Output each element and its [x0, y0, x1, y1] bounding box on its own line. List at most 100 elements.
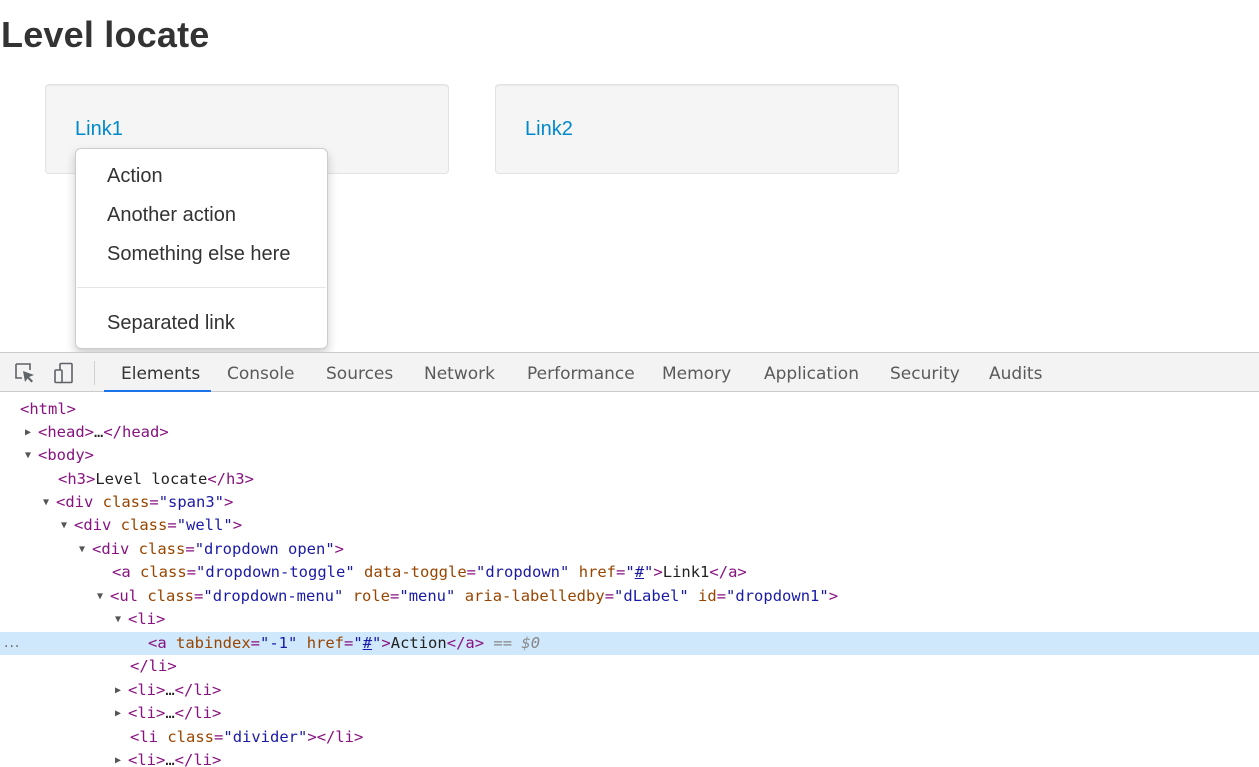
- dom-node-head[interactable]: ▶ <head>…</head>: [0, 421, 1259, 444]
- tag-div-open: <div: [56, 493, 94, 511]
- text-node: Link1: [662, 563, 710, 581]
- console-ref-marker: == $0: [493, 634, 541, 652]
- devtools-toolbar: Elements Console Sources Network Perform…: [0, 352, 1259, 392]
- tag-end: >: [653, 563, 663, 581]
- attr-name: class: [120, 516, 168, 534]
- tag-li-open: <li>: [128, 751, 166, 767]
- tag-end: >: [232, 516, 243, 534]
- dropdown-item-separated-link[interactable]: Separated link: [107, 312, 235, 335]
- expand-triangle-icon[interactable]: ▶: [25, 421, 37, 444]
- attr-name: href: [578, 563, 617, 581]
- attr-name: class: [147, 587, 195, 605]
- tag-body-open: <body>: [38, 446, 94, 464]
- dom-node-a-action-selected[interactable]: ... <a tabindex="-1" href="#">Action</a>…: [0, 632, 1259, 655]
- quote: ": [644, 563, 654, 581]
- collapsed-ellipsis: …: [165, 751, 175, 767]
- tag-end: >: [224, 493, 234, 511]
- dropdown-item-action[interactable]: Action: [107, 165, 163, 188]
- tab-audits[interactable]: Audits: [989, 353, 1042, 392]
- tab-sources[interactable]: Sources: [326, 353, 393, 392]
- tag-li-open: <li>: [128, 704, 166, 722]
- tag-a-close: </a>: [446, 634, 485, 652]
- tag-li-close: </li>: [174, 681, 222, 699]
- dropdown-item-another-action[interactable]: Another action: [107, 204, 236, 227]
- quote: ": [353, 634, 363, 652]
- href-link[interactable]: #: [363, 634, 372, 652]
- attr-name: class: [102, 493, 150, 511]
- dropdown-divider: [77, 287, 326, 288]
- toolbar-separator: [94, 361, 95, 385]
- dropdown-item-something-else[interactable]: Something else here: [107, 243, 290, 266]
- dom-node-h3[interactable]: <h3>Level locate</h3>: [0, 468, 1259, 491]
- dom-node-div-well[interactable]: ▼ <div class="well">: [0, 514, 1259, 537]
- href-link[interactable]: #: [635, 563, 644, 581]
- collapse-triangle-icon[interactable]: ▼: [79, 538, 91, 561]
- tag-head-close: </head>: [103, 423, 169, 441]
- attr-value: "dropdown-toggle": [196, 563, 355, 581]
- attr-name: id: [698, 587, 717, 605]
- tag-h3-open: <h3>: [58, 470, 96, 488]
- attr-name: role: [352, 587, 391, 605]
- tab-network[interactable]: Network: [424, 353, 495, 392]
- dom-node-div-dropdown[interactable]: ▼ <div class="dropdown open">: [0, 538, 1259, 561]
- expand-triangle-icon[interactable]: ▶: [115, 679, 127, 702]
- collapse-triangle-icon[interactable]: ▼: [115, 608, 127, 631]
- dom-node-li-divider[interactable]: <li class="divider"></li>: [0, 726, 1259, 749]
- collapsed-ellipsis: …: [94, 423, 104, 441]
- collapse-triangle-icon[interactable]: ▼: [97, 585, 109, 608]
- dropdown-menu: Action Another action Something else her…: [75, 148, 328, 349]
- dom-node-li-close[interactable]: </li>: [0, 655, 1259, 678]
- device-toolbar-icon[interactable]: [53, 362, 75, 384]
- collapse-triangle-icon[interactable]: ▼: [61, 514, 73, 537]
- tab-security[interactable]: Security: [890, 353, 960, 392]
- dom-node-a-toggle[interactable]: <a class="dropdown-toggle" data-toggle="…: [0, 561, 1259, 584]
- page-title: Level locate: [1, 14, 210, 55]
- attr-value: "dropdown-menu": [203, 587, 344, 605]
- devtools-panel: Elements Console Sources Network Perform…: [0, 352, 1259, 767]
- collapse-triangle-icon[interactable]: ▼: [43, 491, 55, 514]
- tab-performance[interactable]: Performance: [527, 353, 635, 392]
- tag-li-close: </li>: [174, 751, 222, 767]
- attr-value: "dLabel": [614, 587, 689, 605]
- dom-node-ul-menu[interactable]: ▼ <ul class="dropdown-menu" role="menu" …: [0, 585, 1259, 608]
- tag-li-open: <li>: [128, 610, 166, 628]
- dom-tree[interactable]: <html> ▶ <head>…</head> ▼ <body> <h3>Lev…: [0, 393, 1259, 767]
- inspect-element-icon[interactable]: [14, 362, 36, 384]
- tag-div-open: <div: [92, 540, 130, 558]
- tag-a-open: <a: [148, 634, 167, 652]
- tag-ul-open: <ul: [110, 587, 138, 605]
- tag-h3-close: </h3>: [207, 470, 254, 488]
- quote: ": [625, 563, 635, 581]
- tag-li-close: </li>: [174, 704, 222, 722]
- tab-elements[interactable]: Elements: [121, 353, 200, 392]
- more-options-icon[interactable]: ...: [4, 632, 20, 655]
- expand-triangle-icon[interactable]: ▶: [115, 749, 127, 767]
- attr-value: "span3": [158, 493, 225, 511]
- tag-html-open: <html>: [20, 400, 76, 418]
- active-tab-indicator: [104, 390, 211, 392]
- link2[interactable]: Link2: [525, 118, 573, 141]
- dom-node-li-expanded[interactable]: ▼ <li>: [0, 608, 1259, 631]
- expand-triangle-icon[interactable]: ▶: [115, 702, 127, 725]
- dom-node-div-span3[interactable]: ▼ <div class="span3">: [0, 491, 1259, 514]
- tag-head-open: <head>: [38, 423, 94, 441]
- dom-node-html[interactable]: <html>: [0, 398, 1259, 421]
- tab-application[interactable]: Application: [764, 353, 859, 392]
- quote: ": [372, 634, 382, 652]
- dom-node-li-collapsed[interactable]: ▶ <li>…</li>: [0, 702, 1259, 725]
- tag-end: >: [828, 587, 839, 605]
- tag-li-open: <li>: [128, 681, 166, 699]
- tag-li-close: </li>: [130, 657, 177, 675]
- attr-name: class: [140, 563, 187, 581]
- dom-node-li-collapsed[interactable]: ▶ <li>…</li>: [0, 749, 1259, 767]
- tag-li-open: <li: [130, 728, 158, 746]
- dom-node-body[interactable]: ▼ <body>: [0, 444, 1259, 467]
- link1[interactable]: Link1: [75, 118, 123, 141]
- tab-memory[interactable]: Memory: [662, 353, 731, 392]
- tag-li-close: ></li>: [307, 728, 364, 746]
- tag-div-open: <div: [74, 516, 112, 534]
- tab-console[interactable]: Console: [227, 353, 295, 392]
- attr-name: aria-labelledby: [464, 587, 605, 605]
- collapse-triangle-icon[interactable]: ▼: [25, 444, 37, 467]
- dom-node-li-collapsed[interactable]: ▶ <li>…</li>: [0, 679, 1259, 702]
